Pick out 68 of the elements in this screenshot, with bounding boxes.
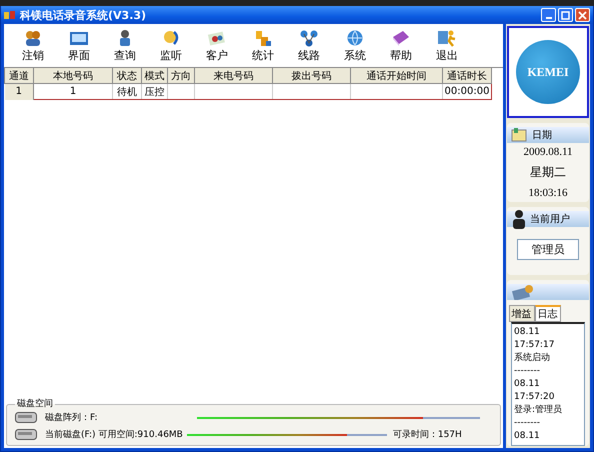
close-icon bbox=[578, 10, 587, 20]
column-header[interactable]: 通话时长 bbox=[442, 68, 492, 84]
log-line: -------- bbox=[514, 365, 541, 378]
toolbar-button[interactable]: 查询 bbox=[102, 28, 148, 62]
table-cell: 1 bbox=[4, 84, 34, 100]
log-line: 登录:管理员 bbox=[514, 404, 564, 417]
toolbar-button[interactable]: 退出 bbox=[424, 28, 470, 62]
panel-title: 磁盘空间 bbox=[16, 399, 54, 409]
toolbar-button[interactable]: 帮助 bbox=[378, 28, 424, 62]
log-line: 08.11 bbox=[514, 326, 541, 339]
runner-icon bbox=[437, 28, 457, 46]
weekday-text: 星期二 bbox=[530, 164, 566, 181]
toolbar-button[interactable]: 系统 bbox=[332, 28, 378, 62]
column-header[interactable]: 状态 bbox=[112, 68, 142, 84]
globe-icon bbox=[345, 28, 365, 46]
person-icon bbox=[511, 209, 527, 229]
table-cell: 压控 bbox=[142, 84, 168, 100]
column-header[interactable]: 方向 bbox=[168, 68, 194, 84]
panel-title: 日期 bbox=[532, 128, 552, 142]
column-header[interactable]: 拨出号码 bbox=[272, 68, 350, 84]
maximize-button[interactable] bbox=[558, 8, 573, 22]
network-icon bbox=[299, 28, 319, 46]
log-line: 17:57:17 bbox=[514, 339, 556, 352]
calendar-icon bbox=[511, 128, 529, 142]
minimize-icon bbox=[546, 16, 552, 18]
blocks-icon bbox=[253, 28, 273, 46]
logo: KEMEI bbox=[507, 26, 589, 118]
device-icon bbox=[511, 284, 535, 300]
close-button[interactable] bbox=[575, 8, 590, 22]
user-name: 管理员 bbox=[517, 239, 579, 260]
users-icon bbox=[23, 28, 43, 46]
drive-icon bbox=[15, 429, 37, 440]
log-line: 17:57:20 bbox=[514, 391, 556, 404]
maximize-icon bbox=[561, 10, 570, 20]
drive-icon bbox=[15, 412, 37, 423]
recordable-time: 可录时间：157H bbox=[392, 428, 462, 441]
column-header[interactable]: 来电号码 bbox=[194, 68, 272, 84]
log-line: 08.11 bbox=[514, 430, 541, 443]
column-header[interactable]: 通道 bbox=[4, 68, 34, 84]
toolbar-button[interactable]: 界面 bbox=[56, 28, 102, 62]
card-icon bbox=[207, 28, 227, 46]
table-row[interactable]: 1 1 待机 压控 00:00:00 bbox=[4, 84, 492, 100]
time-text: 18:03:16 bbox=[528, 186, 568, 201]
headset-icon bbox=[161, 28, 181, 46]
column-header[interactable]: 本地号码 bbox=[34, 68, 112, 84]
minimize-button[interactable] bbox=[541, 8, 556, 22]
toolbar-button[interactable]: 监听 bbox=[148, 28, 194, 62]
table-cell: 00:00:00 bbox=[442, 84, 492, 100]
date-text: 2009.08.11 bbox=[523, 145, 573, 160]
app-icon bbox=[4, 10, 16, 20]
tab[interactable]: 增益 bbox=[508, 305, 534, 322]
table-cell: 1 bbox=[34, 84, 112, 100]
log-line: 系统启动 bbox=[514, 352, 551, 365]
toolbar-button[interactable]: 客户 bbox=[194, 28, 240, 62]
tab[interactable]: 日志 bbox=[534, 305, 560, 322]
log-line: -------- bbox=[514, 417, 541, 430]
column-header[interactable]: 模式 bbox=[142, 68, 168, 84]
table-cell: 待机 bbox=[112, 84, 142, 100]
toolbar-button[interactable]: 统计 bbox=[240, 28, 286, 62]
disk-label: 磁盘阵列：F: bbox=[45, 412, 99, 424]
toolbar-button[interactable]: 注销 bbox=[10, 28, 56, 62]
window-title: 科镁电话录音系统(V3.3) bbox=[20, 8, 148, 22]
disk-label: 当前磁盘(F:) 可用空间:910.46MB bbox=[45, 428, 183, 441]
panel-title: 当前用户 bbox=[530, 212, 570, 226]
log-line: 08.11 bbox=[514, 378, 541, 391]
toolbar-button[interactable]: 线路 bbox=[286, 28, 332, 62]
book-icon bbox=[391, 28, 411, 46]
column-header[interactable]: 通话开始时间 bbox=[350, 68, 442, 84]
